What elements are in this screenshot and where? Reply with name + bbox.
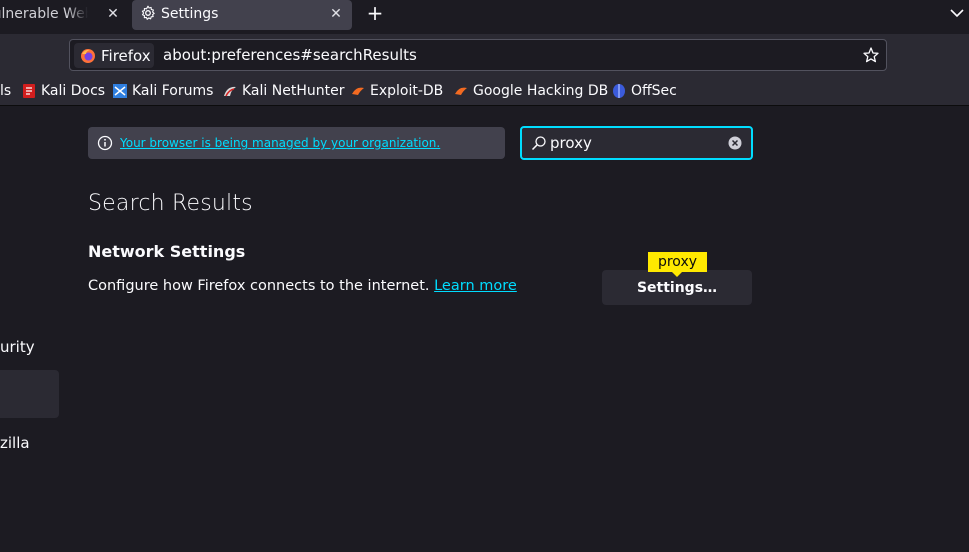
kali-forums-icon xyxy=(113,84,127,98)
bookmark-item[interactable]: Kali NetHunter xyxy=(223,82,344,100)
firefox-icon xyxy=(81,48,95,63)
search-input[interactable] xyxy=(550,132,720,154)
bookmark-label: ls xyxy=(0,83,12,99)
new-tab-plus-icon[interactable]: + xyxy=(366,3,384,23)
kali-docs-icon xyxy=(23,84,35,98)
chevron-down-icon[interactable] xyxy=(948,6,966,20)
clear-icon[interactable] xyxy=(728,136,742,150)
close-icon[interactable]: ✕ xyxy=(105,6,121,22)
tab-label: Vulnerable Web Application xyxy=(0,6,88,22)
url-bar[interactable]: Firefox about:preferences#searchResults xyxy=(69,39,887,71)
ghdb-icon xyxy=(455,87,467,95)
bookmark-label: Exploit-DB xyxy=(370,83,444,99)
nethunter-icon xyxy=(224,86,236,97)
tab-settings[interactable]: Settings ✕ xyxy=(132,0,352,30)
bookmark-label: Kali Docs xyxy=(41,83,106,99)
close-icon[interactable]: ✕ xyxy=(328,6,344,22)
page-title: Search Results xyxy=(88,191,253,216)
section-description: Configure how Firefox connects to the in… xyxy=(88,278,517,294)
tab-label: Settings xyxy=(161,6,219,22)
bookmarks-toolbar: ls Kali Docs Kali Forums Kali NetHunter … xyxy=(0,76,969,106)
exploitdb-icon xyxy=(352,87,364,95)
search-field[interactable] xyxy=(520,126,753,160)
bookmark-item[interactable]: OffSec xyxy=(612,82,677,100)
tab-strip: Vulnerable Web Application ✕ Settings ✕ … xyxy=(0,0,969,30)
bookmark-item[interactable]: Kali Docs xyxy=(22,82,105,100)
managed-link[interactable]: Your browser is being managed by your or… xyxy=(120,136,440,150)
bookmark-label: OffSec xyxy=(631,83,677,99)
sidebar-item-privacy[interactable]: urity xyxy=(0,338,35,356)
bookmark-item[interactable]: Kali Forums xyxy=(113,82,213,100)
bookmark-item[interactable]: Exploit-DB xyxy=(351,82,443,100)
search-highlight-tooltip: proxy xyxy=(648,252,707,277)
identity-label: Firefox xyxy=(101,46,151,65)
learn-more-link[interactable]: Learn more xyxy=(434,278,517,294)
gear-icon xyxy=(141,5,155,20)
section-title: Network Settings xyxy=(88,242,246,261)
sidebar-item-mozilla[interactable]: zilla xyxy=(0,434,30,452)
tab-vulnerable-web-app[interactable]: Vulnerable Web Application ✕ xyxy=(0,0,126,28)
description-text: Configure how Firefox connects to the in… xyxy=(88,278,430,294)
nav-bar: Firefox about:preferences#searchResults xyxy=(0,34,969,76)
info-icon xyxy=(97,135,113,151)
search-icon xyxy=(531,136,546,151)
url-text[interactable]: about:preferences#searchResults xyxy=(163,46,417,64)
bookmark-label: Google Hacking DB xyxy=(473,83,609,99)
preferences-content: Your browser is being managed by your or… xyxy=(0,107,969,552)
managed-notice: Your browser is being managed by your or… xyxy=(88,127,505,159)
bookmark-label: Kali NetHunter xyxy=(242,83,345,99)
bookmark-label: Kali Forums xyxy=(132,83,214,99)
bookmark-item[interactable]: ls xyxy=(0,82,11,100)
identity-box[interactable]: Firefox xyxy=(74,43,154,68)
bookmark-item[interactable]: Google Hacking DB xyxy=(454,82,608,100)
star-icon[interactable] xyxy=(862,46,880,64)
offsec-icon xyxy=(613,84,625,98)
sidebar-item-selected[interactable] xyxy=(0,370,59,418)
